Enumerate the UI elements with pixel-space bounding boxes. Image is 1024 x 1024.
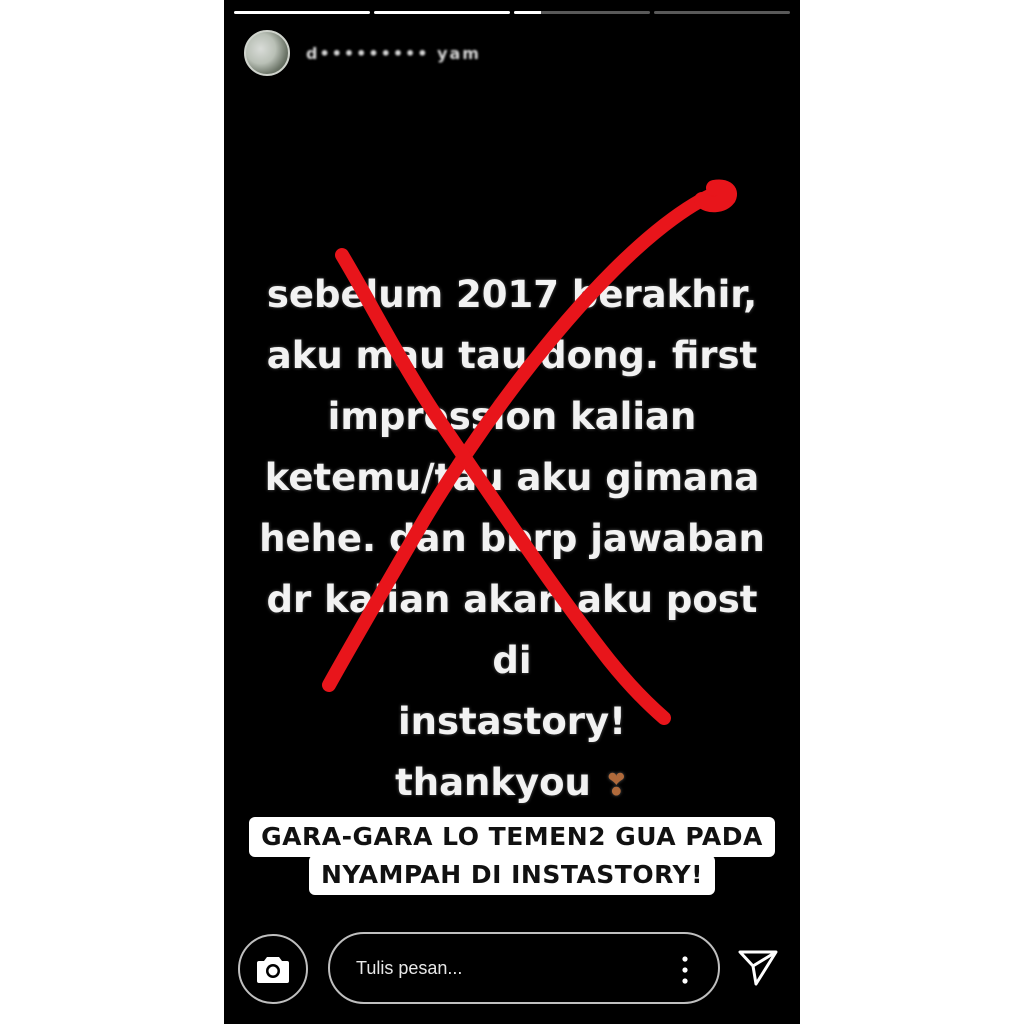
progress-fill	[234, 11, 370, 14]
progress-segment	[514, 11, 650, 14]
progress-fill	[514, 11, 542, 14]
username[interactable]: d••••••••• yam	[306, 44, 481, 63]
message-placeholder: Tulis pesan...	[356, 957, 463, 978]
story-body: sebelum 2017 berakhir, aku mau tau dong.…	[259, 273, 765, 804]
heart-icon: ❣	[603, 768, 629, 803]
story-caption: GARA-GARA LO TEMEN2 GUA PADA NYAMPAH DI …	[224, 817, 800, 895]
story-text: sebelum 2017 berakhir, aku mau tau dong.…	[242, 264, 782, 816]
story-header[interactable]: d••••••••• yam	[244, 30, 481, 76]
more-vertical-icon[interactable]	[682, 956, 688, 984]
progress-segment	[374, 11, 510, 14]
message-input[interactable]: Tulis pesan...	[328, 932, 720, 1004]
camera-button[interactable]	[238, 934, 308, 1004]
send-icon[interactable]	[736, 944, 780, 988]
reply-bar: Tulis pesan...	[238, 930, 786, 1006]
instagram-story-screen: d••••••••• yam sebelum 2017 berakhir, ak…	[224, 0, 800, 1024]
caption-line-1: GARA-GARA LO TEMEN2 GUA PADA	[249, 817, 775, 857]
progress-fill	[374, 11, 510, 14]
story-progress-bar	[234, 11, 790, 14]
caption-line-2: NYAMPAH DI INSTASTORY!	[308, 855, 715, 895]
camera-icon	[257, 957, 289, 983]
reposted-story-image: sebelum 2017 berakhir, aku mau tau dong.…	[224, 200, 800, 804]
avatar[interactable]	[244, 30, 290, 76]
progress-segment	[234, 11, 370, 14]
progress-segment	[654, 11, 790, 14]
